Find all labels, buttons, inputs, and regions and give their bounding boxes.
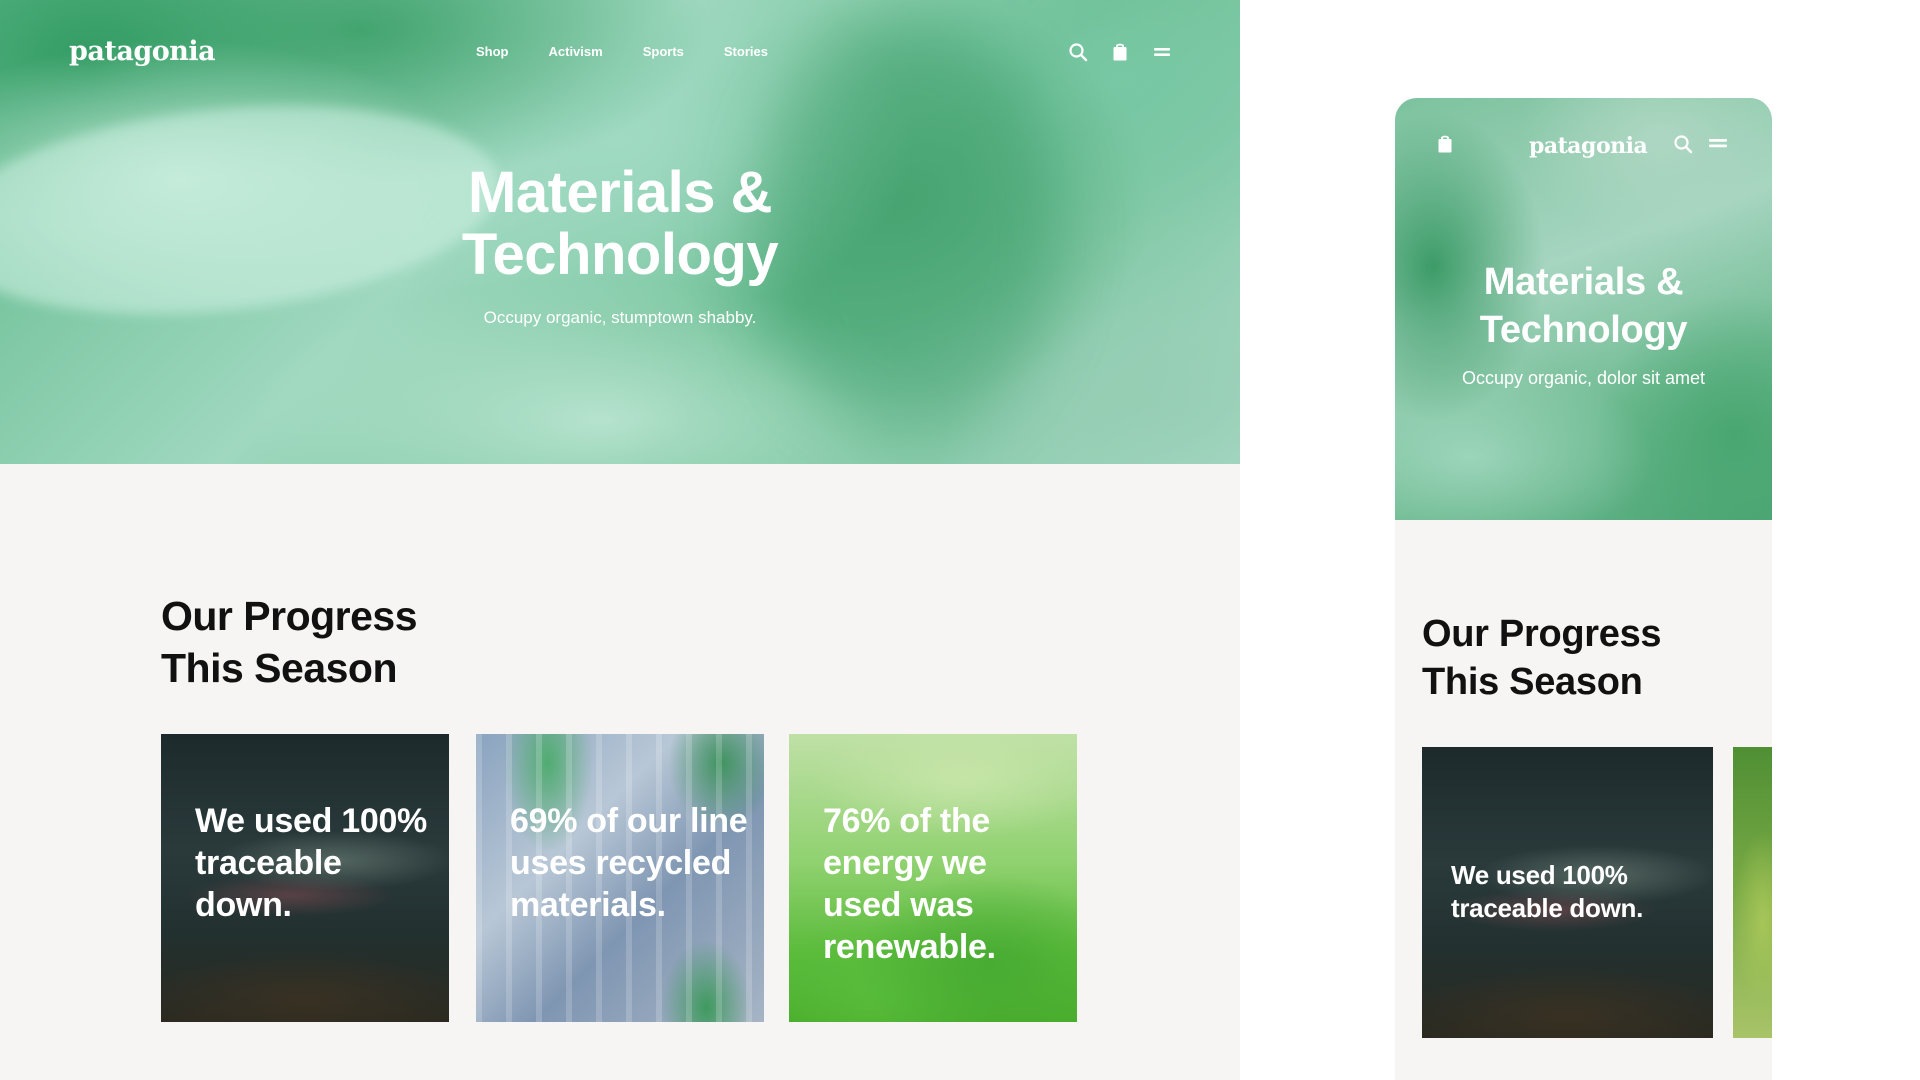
section-title-line: This Season	[161, 645, 398, 691]
section-title-line: This Season	[1422, 661, 1643, 703]
nav-item-stories[interactable]: Stories	[724, 44, 768, 59]
nav-item-activism[interactable]: Activism	[549, 44, 603, 59]
logo[interactable]: patagonia	[69, 36, 216, 67]
card-text: We used 100% traceable down.	[195, 802, 427, 924]
nav-item-shop[interactable]: Shop	[476, 44, 509, 59]
progress-card-down[interactable]: We used 100% traceable down.	[161, 734, 449, 1022]
search-icon[interactable]	[1068, 42, 1088, 62]
desktop-hero: patagonia Shop Activism Sports Stories M…	[0, 0, 1240, 464]
search-icon[interactable]	[1673, 134, 1693, 154]
hero-title-line: Materials &	[468, 160, 772, 225]
hero-title-line: Technology	[1479, 309, 1688, 351]
card-text: 69% of our line uses recycled materials.	[510, 802, 748, 924]
menu-icon[interactable]	[1708, 134, 1728, 154]
mobile-hero: patagonia Materials & Technology Occupy …	[1395, 98, 1772, 520]
section-title-line: Our Progress	[161, 593, 418, 639]
hero-subtitle: Occupy organic, dolor sit amet	[1461, 368, 1706, 388]
progress-card-partial[interactable]	[1733, 747, 1772, 1038]
progress-card-recycled[interactable]: 69% of our line uses recycled materials.	[476, 734, 764, 1022]
hero-subtitle: Occupy organic, stumptown shabby.	[483, 308, 757, 327]
menu-icon[interactable]	[1152, 42, 1172, 62]
main-nav: Shop Activism Sports Stories	[476, 44, 808, 59]
shopping-bag-icon[interactable]	[1435, 134, 1455, 154]
card-text: We used 100% traceable down.	[1451, 860, 1643, 923]
hero-title-line: Materials &	[1483, 261, 1684, 303]
logo[interactable]: patagonia	[1529, 133, 1648, 159]
desktop-view: patagonia Shop Activism Sports Stories M…	[0, 0, 1240, 1080]
hero-title: Materials & Technology	[0, 162, 1240, 286]
section-title: Our Progress This Season	[1422, 610, 1662, 706]
card-text: 76% of the energy we used was renewable.	[823, 802, 996, 966]
section-title: Our Progress This Season	[161, 590, 418, 694]
progress-card-energy[interactable]: 76% of the energy we used was renewable.	[789, 734, 1077, 1022]
mobile-view: patagonia Materials & Technology Occupy …	[1395, 98, 1772, 1080]
section-title-line: Our Progress	[1422, 613, 1662, 655]
header-icons	[1068, 42, 1172, 62]
nav-item-sports[interactable]: Sports	[643, 44, 684, 59]
hero-title-line: Technology	[461, 222, 779, 287]
shopping-bag-icon[interactable]	[1110, 42, 1130, 62]
hero-title: Materials & Technology	[1395, 258, 1772, 354]
progress-card-down[interactable]: We used 100% traceable down.	[1422, 747, 1713, 1038]
